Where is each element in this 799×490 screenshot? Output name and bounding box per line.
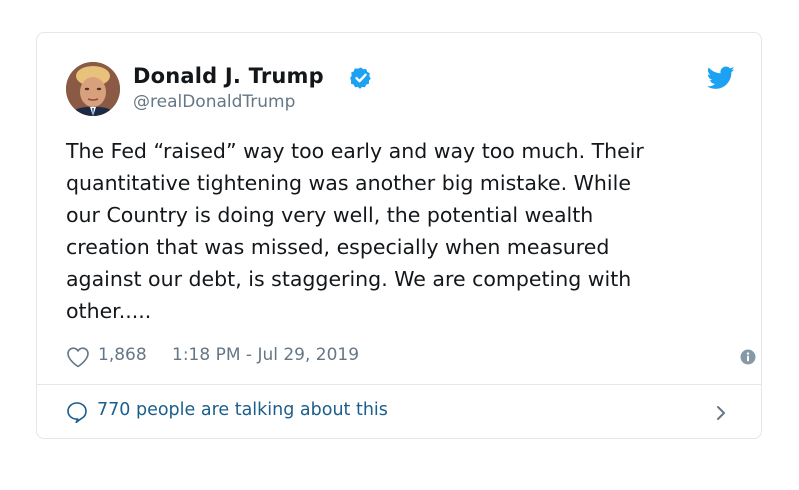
tweet-text-line: The Fed “raised” way too early and way t… [66, 139, 644, 163]
tweet-text-line: creation that was missed, especially whe… [66, 235, 610, 259]
verified-badge-icon [350, 67, 371, 89]
author-name[interactable]: Donald J. Trump [133, 64, 324, 88]
avatar[interactable] [66, 62, 120, 116]
speech-bubble-icon [67, 402, 87, 423]
divider [37, 384, 761, 385]
author-handle[interactable]: @realDonaldTrump [133, 92, 295, 112]
tweet-text: The Fed “raised” way too early and way t… [66, 135, 736, 327]
conversation-link[interactable]: 770 people are talking about this [66, 395, 736, 429]
tweet-timestamp[interactable]: 1:18 PM - Jul 29, 2019 [172, 345, 359, 365]
tweet-text-line: against our debt, is staggering. We are … [66, 267, 632, 291]
like-count[interactable]: 1,868 [98, 345, 147, 365]
heart-icon[interactable] [66, 346, 90, 368]
tweet-text-line: other..... [66, 299, 152, 323]
info-icon[interactable] [740, 349, 756, 365]
tweet-card: Donald J. Trump @realDonaldTrump The Fed… [36, 32, 762, 439]
chevron-right-icon[interactable] [714, 404, 728, 422]
tweet-text-line: quantitative tightening was another big … [66, 171, 631, 195]
twitter-bird-icon[interactable] [707, 66, 735, 90]
tweet-text-line: our Country is doing very well, the pote… [66, 203, 594, 227]
conversation-count-text[interactable]: 770 people are talking about this [97, 400, 388, 420]
tweet-meta: 1,868 1:18 PM - Jul 29, 2019 [66, 341, 756, 371]
